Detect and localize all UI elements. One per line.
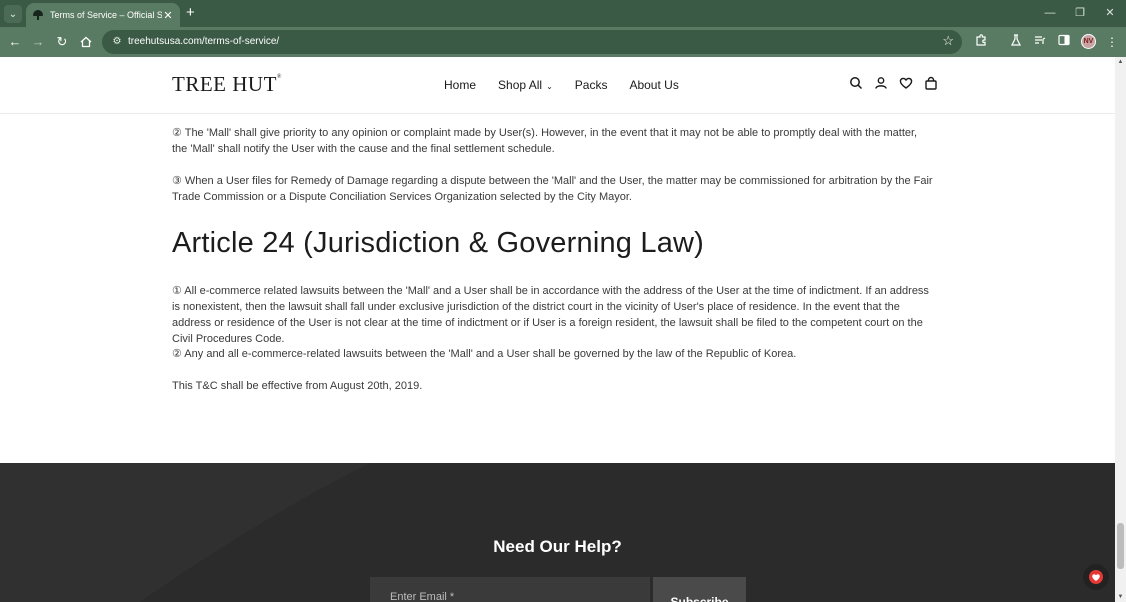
site-header: TREE HUT® Home Shop All ⌄ Packs About Us <box>0 57 1115 114</box>
article-24-clause-1: ① All e-commerce related lawsuits betwee… <box>172 285 929 345</box>
nav-shop-all[interactable]: Shop All ⌄ <box>498 78 553 92</box>
nav-about-us[interactable]: About Us <box>629 78 678 92</box>
tree-hut-logo[interactable]: TREE HUT® <box>172 72 282 97</box>
site-info-tune-icon[interactable]: ⚙ <box>110 35 124 49</box>
nav-packs[interactable]: Packs <box>575 78 608 92</box>
scroll-thumb[interactable] <box>1117 523 1124 569</box>
browser-toolbar: ← → ↻ ⚙ treehutsusa.com/terms-of-service… <box>0 27 1126 57</box>
browser-tab-active[interactable]: Terms of Service – Official Store ✕ <box>26 3 180 27</box>
footer-heading: Need Our Help? <box>493 537 622 556</box>
back-arrow-icon[interactable]: ← <box>6 33 24 51</box>
restore-icon[interactable]: ❐ <box>1070 4 1090 22</box>
effective-date-note: This T&C shall be effective from August … <box>172 380 423 392</box>
cart-bag-icon[interactable] <box>924 76 940 92</box>
scroll-down-arrow-icon[interactable]: ▼ <box>1115 594 1126 600</box>
close-window-icon[interactable]: ✕ <box>1100 4 1120 22</box>
extensions-puzzle-icon[interactable] <box>973 34 989 51</box>
tab-search-chevron-icon[interactable]: ⌄ <box>4 5 22 23</box>
page-scrollbar[interactable]: ▲ ▼ <box>1115 57 1126 602</box>
article-24-heading: Article 24 (Jurisdiction & Governing Law… <box>172 227 705 259</box>
wishlist-heart-icon[interactable] <box>899 76 915 92</box>
subscribe-button[interactable]: Subscribe <box>653 577 746 602</box>
forward-arrow-icon[interactable]: → <box>29 33 47 51</box>
newsletter-footer: Need Our Help? Subscribe <box>0 463 1115 602</box>
tab-title: Terms of Service – Official Store <box>50 10 162 20</box>
bookmark-star-icon[interactable]: ☆ <box>942 33 954 49</box>
chevron-down-icon: ⌄ <box>546 82 553 91</box>
article-24-clause-2: ② Any and all e-commerce-related lawsuit… <box>172 348 797 360</box>
minimize-icon[interactable]: — <box>1040 4 1060 22</box>
profile-avatar[interactable]: NV <box>1081 34 1096 49</box>
more-menu-kebab-icon[interactable]: ⋮ <box>1104 34 1120 50</box>
labs-flask-icon[interactable] <box>1008 34 1024 50</box>
rewards-widget-button[interactable] <box>1083 564 1109 590</box>
browser-tab-strip: ⌄ Terms of Service – Official Store ✕ + … <box>0 0 1126 27</box>
nav-home[interactable]: Home <box>444 78 476 92</box>
media-queue-icon[interactable] <box>1032 34 1048 50</box>
article-23-clause-3: ③ When a User files for Remedy of Damage… <box>172 175 933 203</box>
main-navigation: Home Shop All ⌄ Packs About Us <box>444 78 679 92</box>
footer-decorative-shape <box>0 463 370 602</box>
email-input[interactable] <box>370 577 650 602</box>
article-23-clause-2: ② The 'Mall' shall give priority to any … <box>172 127 918 155</box>
close-tab-icon[interactable]: ✕ <box>162 9 174 22</box>
reload-icon[interactable]: ↻ <box>53 33 71 51</box>
home-icon[interactable] <box>77 33 95 53</box>
search-icon[interactable] <box>849 76 865 92</box>
new-tab-button[interactable]: + <box>186 4 195 22</box>
url-text: treehutsusa.com/terms-of-service/ <box>128 36 280 47</box>
scroll-up-arrow-icon[interactable]: ▲ <box>1115 59 1126 65</box>
address-bar[interactable]: ⚙ treehutsusa.com/terms-of-service/ ☆ <box>102 30 962 54</box>
web-page: TREE HUT® Home Shop All ⌄ Packs About Us … <box>0 57 1115 602</box>
gift-heart-icon <box>1089 570 1103 584</box>
side-panel-icon[interactable] <box>1056 34 1072 50</box>
account-icon[interactable] <box>874 76 890 92</box>
tree-favicon-icon <box>32 9 44 21</box>
